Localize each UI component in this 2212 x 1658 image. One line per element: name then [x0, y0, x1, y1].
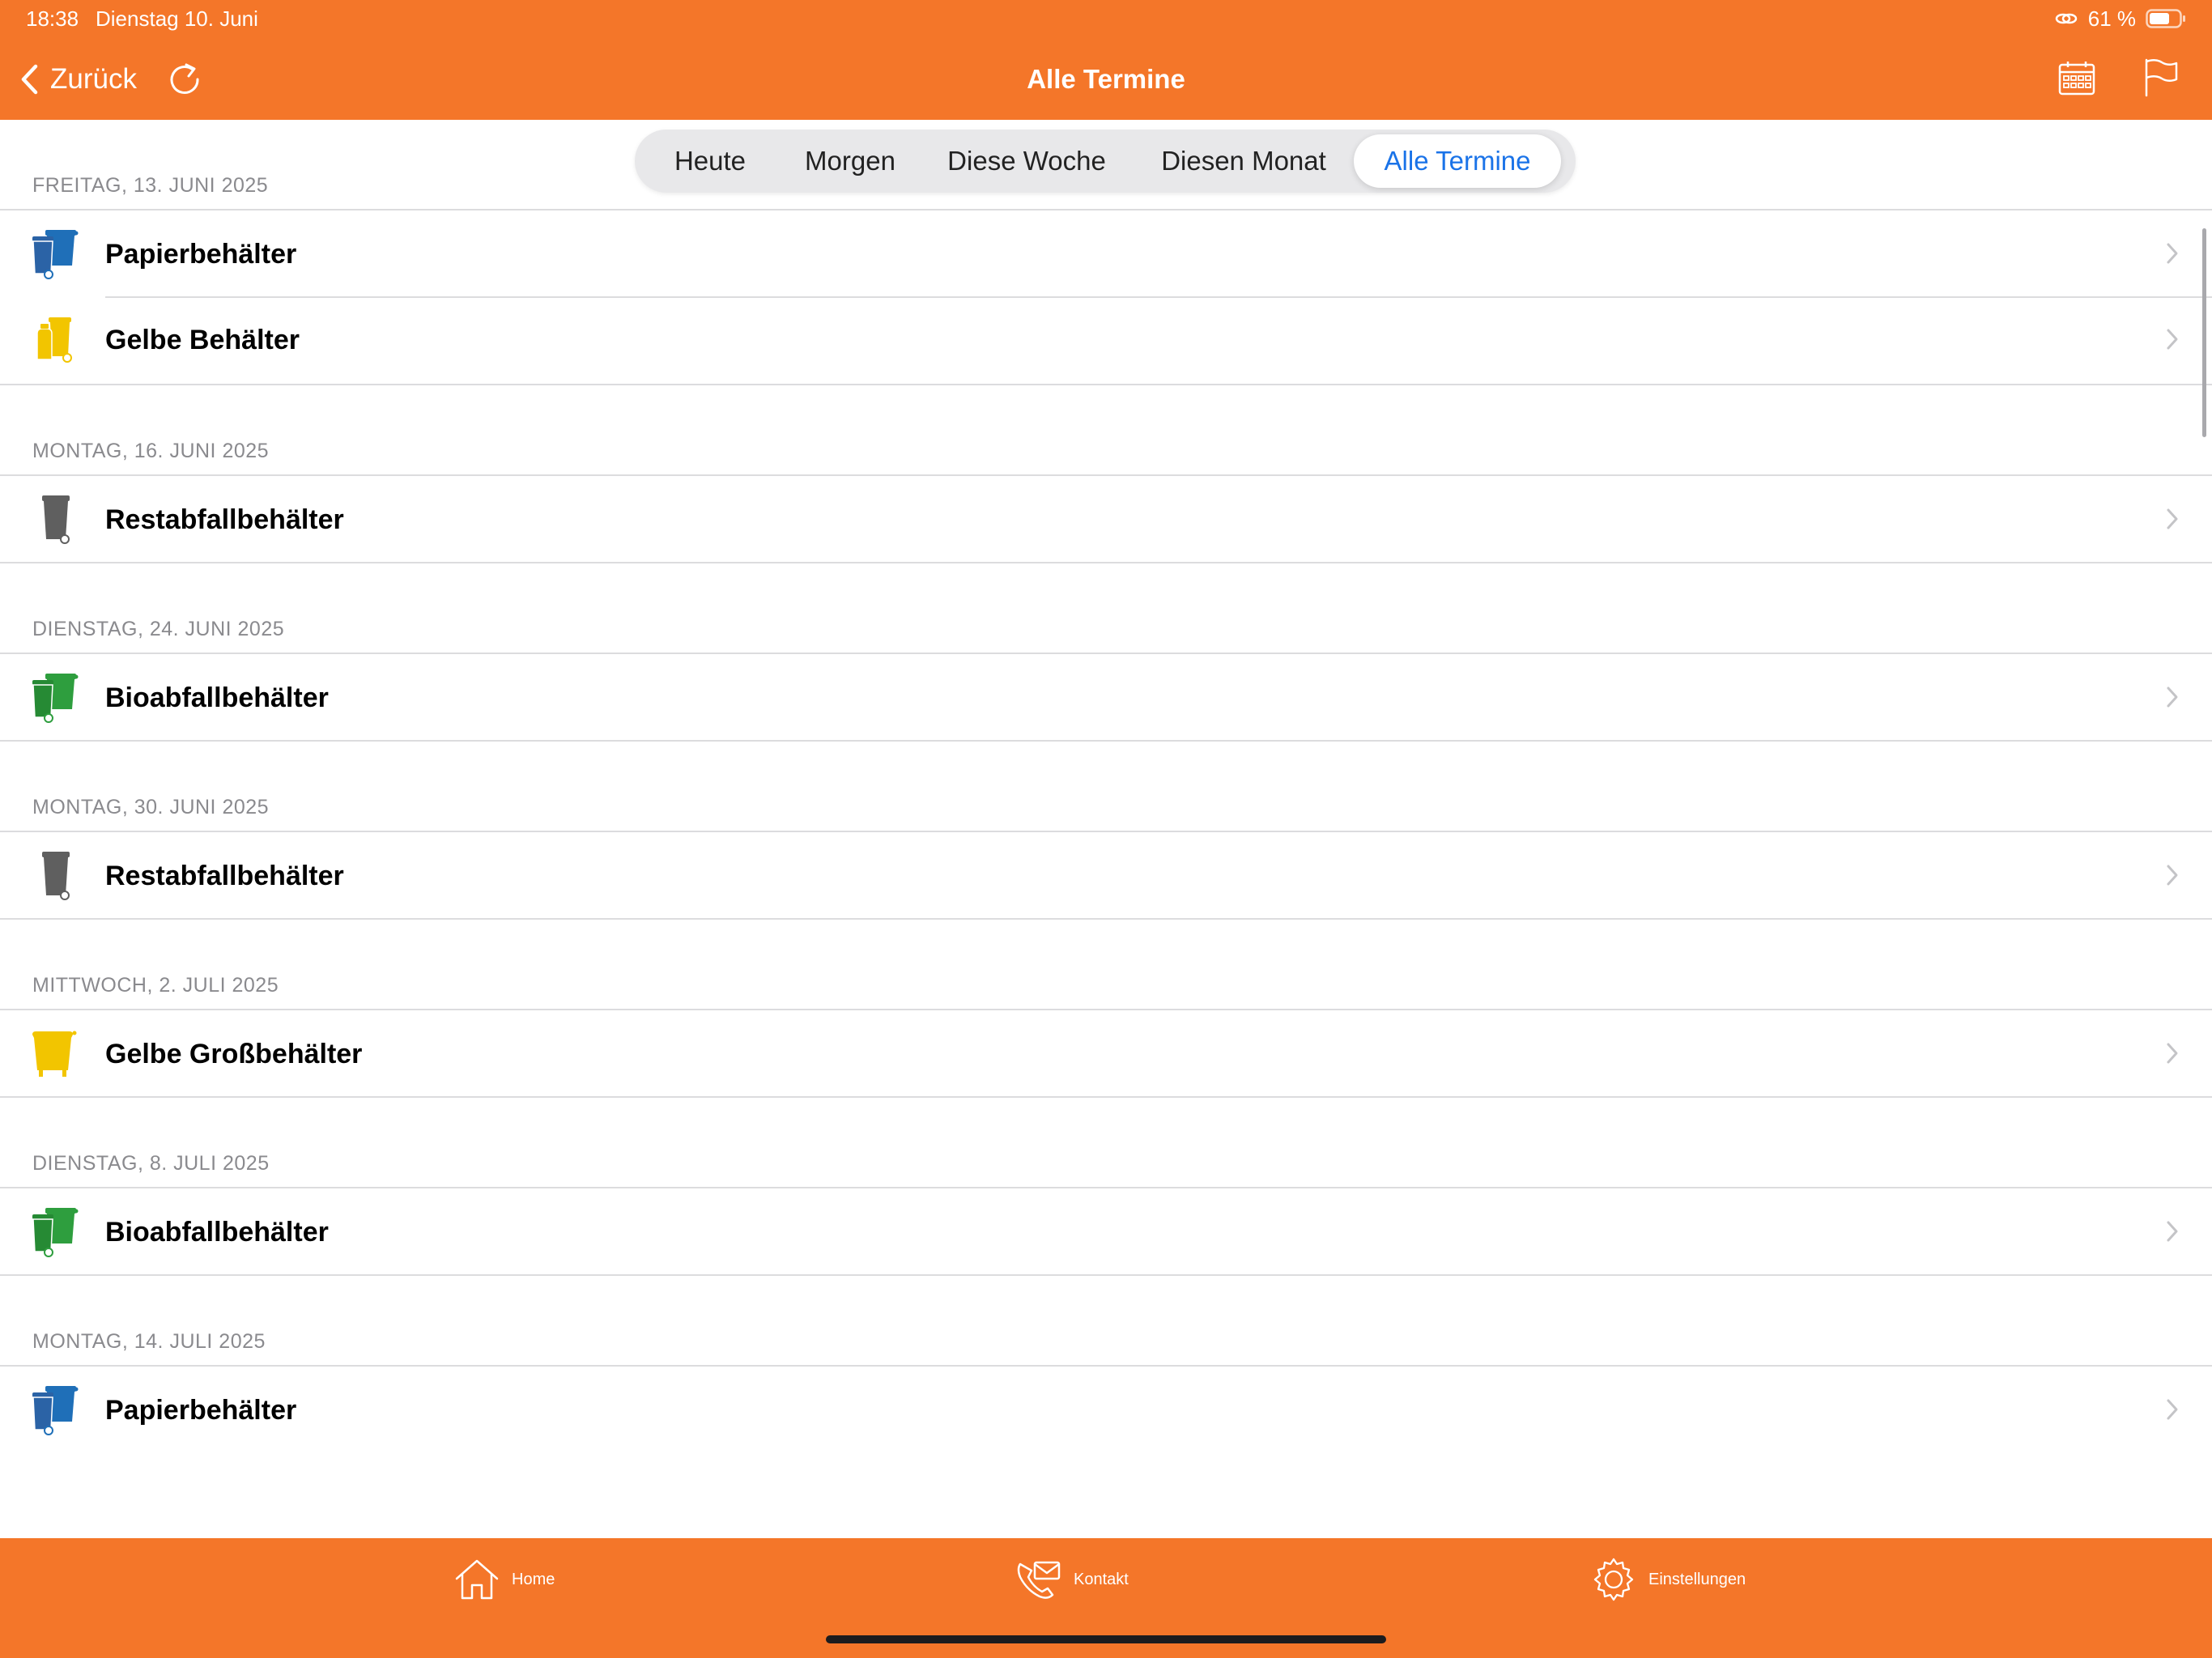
chevron-right-icon: [2165, 241, 2180, 266]
item-label: Papierbehälter: [105, 239, 297, 270]
item-label: Gelbe Großbehälter: [105, 1039, 363, 1069]
chevron-right-icon: [2165, 685, 2180, 709]
battery-icon: [2146, 9, 2186, 28]
tab-label: Home: [512, 1570, 555, 1588]
green-bin-icon: [29, 672, 86, 724]
status-date: Dienstag 10. Juni: [96, 6, 258, 31]
tab-label: Kontakt: [1074, 1570, 1129, 1588]
section-header: DIENSTAG, 24. JUNI 2025: [0, 563, 2212, 653]
link-icon: [2054, 11, 2078, 27]
section-date: FREITAG, 13. JUNI 2025: [32, 174, 269, 197]
yellow-container-icon: [29, 1028, 86, 1080]
chevron-right-icon: [2165, 863, 2180, 887]
chevron-right-icon: [2165, 1397, 2180, 1422]
section-date: DIENSTAG, 24. JUNI 2025: [32, 618, 285, 640]
home-indicator[interactable]: [826, 1635, 1386, 1643]
home-icon: [453, 1558, 500, 1601]
tab-bar: Home Kontakt Einstellungen: [0, 1538, 2212, 1658]
scroll-indicator[interactable]: [2202, 228, 2206, 437]
calendar-icon: [2057, 62, 2097, 102]
flag-button[interactable]: [2142, 57, 2180, 99]
appointment-list[interactable]: FREITAG, 13. JUNI 2025 Papierbehälter Ge…: [0, 120, 2212, 1538]
chevron-right-icon: [2165, 1041, 2180, 1065]
segment-heute[interactable]: Heute: [640, 134, 781, 188]
chevron-right-icon: [2165, 1219, 2180, 1244]
section-date: MONTAG, 14. JULI 2025: [32, 1330, 266, 1353]
list-item[interactable]: Papierbehälter: [0, 209, 2212, 296]
item-label: Bioabfallbehälter: [105, 682, 329, 713]
segment-diese-woche[interactable]: Diese Woche: [920, 134, 1134, 188]
item-label: Restabfallbehälter: [105, 504, 344, 535]
item-label: Restabfallbehälter: [105, 861, 344, 891]
item-label: Bioabfallbehälter: [105, 1217, 329, 1248]
page-title: Alle Termine: [1027, 64, 1185, 94]
chevron-right-icon: [2165, 327, 2180, 351]
contact-icon: [1015, 1558, 1062, 1601]
tab-kontakt[interactable]: Kontakt: [1015, 1556, 1129, 1603]
section-header: DIENSTAG, 8. JULI 2025: [0, 1098, 2212, 1187]
section-header: MITTWOCH, 2. JULI 2025: [0, 920, 2212, 1009]
gray-bin-icon: [29, 850, 86, 902]
gray-bin-icon: [29, 494, 86, 546]
segment-diesen-monat[interactable]: Diesen Monat: [1134, 134, 1354, 188]
list-item[interactable]: Gelbe Behälter: [0, 296, 2212, 385]
item-label: Gelbe Behälter: [105, 325, 300, 355]
status-time: 18:38: [26, 6, 79, 31]
calendar-button[interactable]: [2057, 58, 2097, 99]
tab-home[interactable]: Home: [453, 1556, 555, 1603]
yellow-bin-icon: [29, 314, 86, 366]
blue-bin-icon: [29, 1384, 86, 1436]
list-item[interactable]: Bioabfallbehälter: [0, 1187, 2212, 1276]
list-item[interactable]: Gelbe Großbehälter: [0, 1009, 2212, 1098]
gear-icon: [1590, 1556, 1637, 1603]
section-header: MONTAG, 16. JUNI 2025: [0, 385, 2212, 474]
chevron-right-icon: [2165, 507, 2180, 531]
tab-label: Einstellungen: [1648, 1570, 1746, 1588]
date-filter-segmented-control: Heute Morgen Diese Woche Diesen Monat Al…: [635, 130, 1576, 193]
list-item[interactable]: Restabfallbehälter: [0, 831, 2212, 920]
section-date: MITTWOCH, 2. JULI 2025: [32, 974, 279, 997]
section-date: MONTAG, 16. JUNI 2025: [32, 440, 270, 462]
green-bin-icon: [29, 1206, 86, 1258]
top-bar: 18:38 Dienstag 10. Juni 61 % Zurück Alle…: [0, 0, 2212, 120]
section-header: MONTAG, 30. JUNI 2025: [0, 742, 2212, 831]
blue-bin-icon: [29, 228, 86, 280]
segment-morgen[interactable]: Morgen: [781, 134, 920, 188]
section-date: MONTAG, 30. JUNI 2025: [32, 796, 270, 818]
section-header: MONTAG, 14. JULI 2025: [0, 1276, 2212, 1365]
section-date: DIENSTAG, 8. JULI 2025: [32, 1152, 270, 1175]
list-item[interactable]: Papierbehälter: [0, 1365, 2212, 1452]
tab-einstellungen[interactable]: Einstellungen: [1590, 1556, 1746, 1603]
item-label: Papierbehälter: [105, 1395, 297, 1426]
flag-icon: [2142, 58, 2180, 102]
list-item[interactable]: Bioabfallbehälter: [0, 653, 2212, 742]
battery-percentage: 61 %: [2087, 6, 2136, 31]
status-indicators: 61 %: [2054, 5, 2186, 32]
segment-alle-termine[interactable]: Alle Termine: [1354, 134, 1561, 188]
list-item[interactable]: Restabfallbehälter: [0, 474, 2212, 563]
